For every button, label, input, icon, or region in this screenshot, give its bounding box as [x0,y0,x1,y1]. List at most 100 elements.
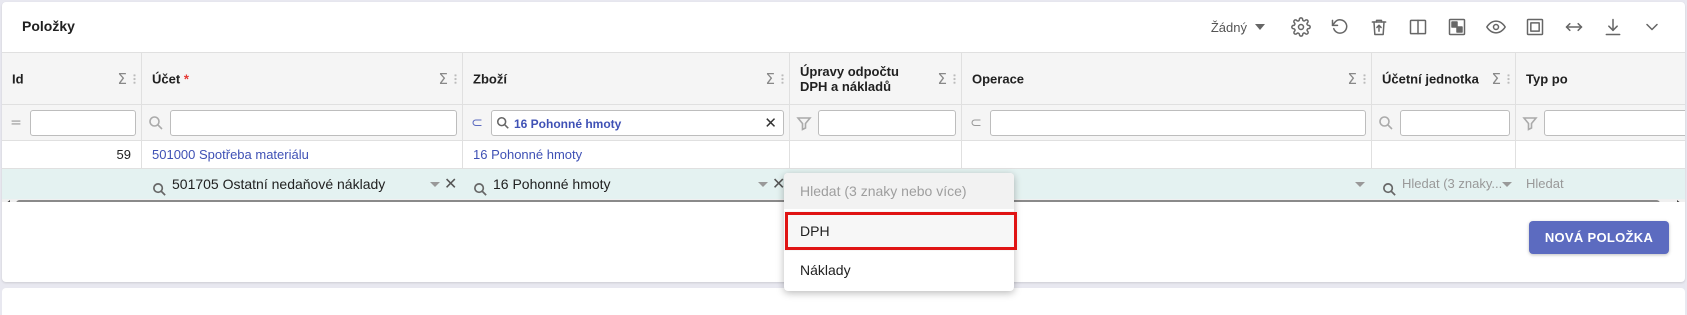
dropdown-option-dph[interactable]: DPH [784,211,1014,251]
caret-down-icon[interactable] [758,182,768,187]
settings-button[interactable] [1288,14,1314,40]
clear-icon[interactable]: ✕ [444,169,457,199]
filter-input-ucetni-jednotka[interactable] [1400,110,1510,136]
drag-handle-icon[interactable] [1363,73,1366,85]
column-header-id[interactable]: Id Σ [2,53,142,105]
filter-preset-value: Žádný [1210,19,1247,35]
edit-ucet-combobox[interactable]: 501705 Ostatní nedaňové náklady ✕ [142,169,463,199]
cell-operace [962,141,1372,169]
filter-value: 16 Pohonné hmoty [514,117,622,131]
drag-handle-icon[interactable] [953,73,956,85]
sum-icon[interactable]: Σ [1492,70,1501,88]
column-header-ucetni-jednotka[interactable]: Účetní jednotka Σ [1372,53,1516,105]
sum-icon[interactable]: Σ [766,70,775,88]
cell-upravy [790,141,962,169]
filter-input-upravy[interactable] [818,110,956,136]
drag-handle-icon[interactable] [133,73,136,85]
column-label: Typ po [1526,71,1568,87]
panel-header: Položky Žádný [2,2,1685,52]
caret-down-icon[interactable] [1502,182,1512,187]
filter-input-ucet[interactable] [170,110,457,136]
column-label: Id [12,71,24,87]
filter-cell-zbozi: ⊂ 16 Pohonné hmoty ✕ [463,105,790,141]
funnel-icon[interactable] [796,115,812,131]
filter-input-id[interactable] [30,110,136,136]
edit-typ-combobox[interactable]: Hledat [1516,169,1685,199]
drag-handle-icon[interactable] [781,73,784,85]
scroll-left-icon[interactable] [5,200,10,202]
drag-handle-icon[interactable] [454,73,457,85]
equals-icon[interactable]: = [8,115,24,131]
layout-button[interactable] [1444,14,1470,40]
edit-ucetni-jednotka-combobox[interactable]: Hledat (3 znaky... [1372,169,1516,199]
column-label: Účet * [152,71,189,87]
edit-ucetni-jednotka-placeholder: Hledat (3 znaky... [1402,176,1503,191]
column-label: Operace [972,71,1025,87]
new-item-button[interactable]: NOVÁ POLOŽKA [1529,221,1669,254]
search-icon[interactable] [1378,115,1394,131]
cell-zbozi: 16 Pohonné hmoty [463,141,790,169]
column-header-typ[interactable]: Typ po [1516,53,1685,105]
grid-header-row: Id Σ Účet * Σ Zboží Σ Úpravy odpočtu DPH… [2,53,1685,105]
filter-cell-operace: ⊂ [962,105,1372,141]
download-icon [1605,18,1621,36]
column-header-operace[interactable]: Operace Σ [962,53,1372,105]
column-header-upravy[interactable]: Úpravy odpočtu DPH a nákladů Σ [790,53,962,105]
chevron-down-icon [1646,23,1658,31]
dropdown-option-naklady[interactable]: Náklady [784,250,1014,290]
sum-icon[interactable]: Σ [938,70,947,88]
scroll-right-icon[interactable] [1677,200,1682,202]
search-icon [473,177,488,196]
column-label: Zboží [473,71,507,87]
subset-icon[interactable]: ⊂ [968,115,984,131]
zbozi-link[interactable]: 16 Pohonné hmoty [473,147,582,162]
horizontal-arrows-icon [1565,22,1583,32]
search-icon [496,116,510,130]
grid-filter-row: = ⊂ 16 Pohonné hmoty ✕ ⊂ [2,105,1685,141]
columns-icon [1409,19,1427,35]
filter-preset-select[interactable]: Žádný [1211,20,1265,35]
fit-view-button[interactable] [1522,14,1548,40]
eye-icon [1486,20,1506,34]
caret-down-icon[interactable] [1355,182,1365,187]
sum-icon[interactable]: Σ [118,70,127,88]
frame-icon [1526,18,1544,36]
cell-ucetni-jednotka [1372,141,1516,169]
edit-zbozi-combobox[interactable]: 16 Pohonné hmoty ✕ [463,169,790,199]
edit-operace-combobox[interactable] [962,169,1372,199]
delete-button[interactable] [1366,14,1392,40]
sum-icon[interactable]: Σ [439,70,448,88]
expand-width-button[interactable] [1561,14,1587,40]
column-header-zbozi[interactable]: Zboží Σ [463,53,790,105]
gear-icon [1291,17,1311,37]
search-icon [1382,177,1397,196]
collapse-button[interactable] [1639,14,1665,40]
caret-down-icon [1255,24,1265,30]
filter-input-zbozi[interactable]: 16 Pohonné hmoty ✕ [491,110,784,136]
search-icon[interactable] [148,115,164,131]
table-row[interactable]: 59 501000 Spotřeba materiálu 16 Pohonné … [2,141,1685,169]
panel-title: Položky [22,18,75,34]
filter-input-typ[interactable] [1544,110,1685,136]
preview-button[interactable] [1483,14,1509,40]
edit-typ-placeholder: Hledat [1526,176,1564,191]
filter-input-operace[interactable] [990,110,1366,136]
column-header-ucet[interactable]: Účet * Σ [142,53,463,105]
download-button[interactable] [1600,14,1626,40]
ucet-link[interactable]: 501000 Spotřeba materiálu [152,147,309,162]
subset-icon[interactable]: ⊂ [469,115,485,131]
grid-icon [1448,18,1466,36]
sum-icon[interactable]: Σ [1348,70,1357,88]
undo-button[interactable] [1327,14,1353,40]
dropdown-search-hint: Hledat (3 znaky nebo více) [784,173,1014,209]
undo-icon [1331,19,1348,34]
clear-icon[interactable]: ✕ [764,114,777,132]
funnel-icon[interactable] [1522,115,1538,131]
caret-down-icon[interactable] [430,182,440,187]
split-view-button[interactable] [1405,14,1431,40]
drag-handle-icon[interactable] [1507,73,1510,85]
column-label: Úpravy odpočtu DPH a nákladů [800,64,899,94]
filter-cell-ucet [142,105,463,141]
search-icon [152,177,167,196]
next-panel [2,288,1685,315]
